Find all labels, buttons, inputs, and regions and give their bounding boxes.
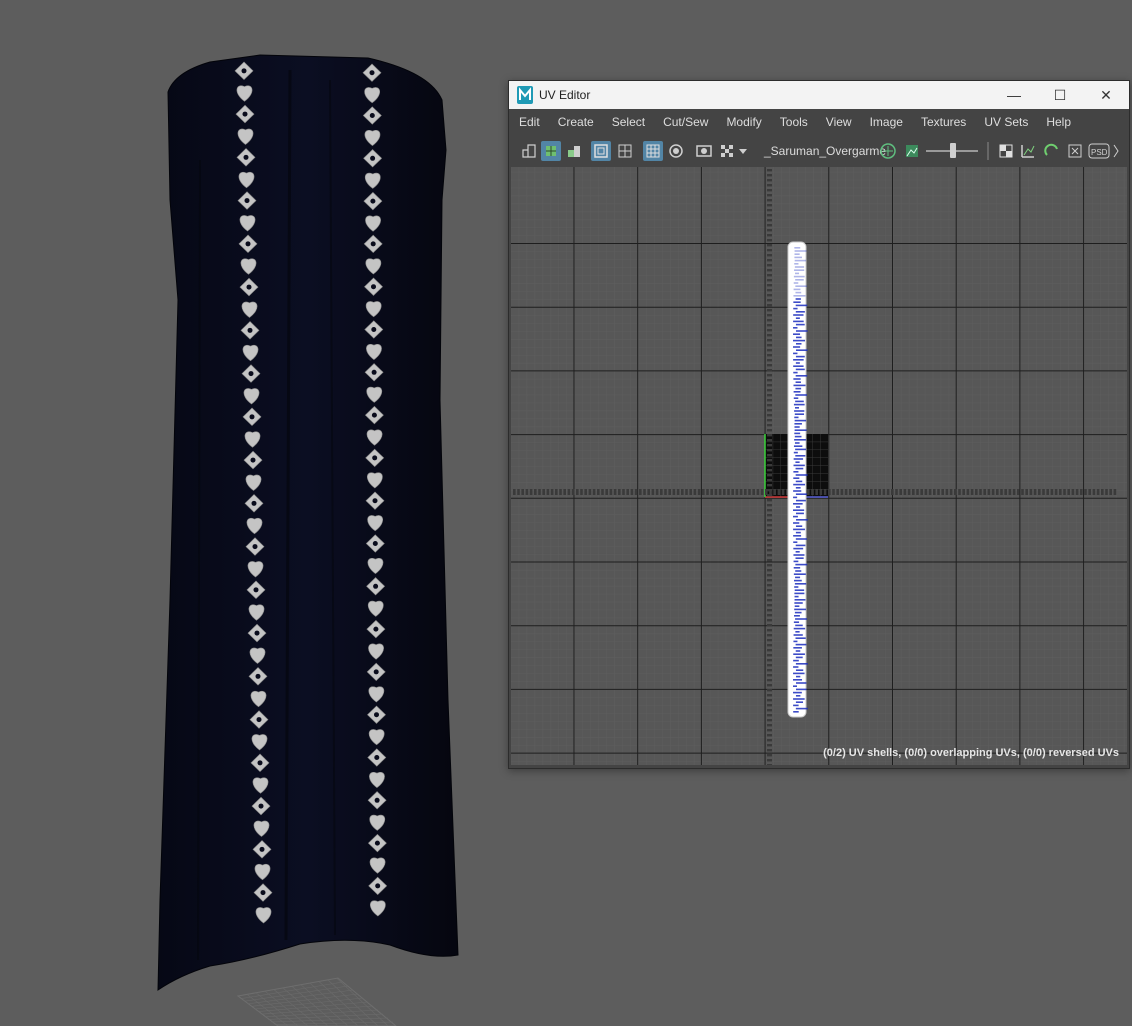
trim-motif-center — [374, 755, 380, 760]
grid-icon[interactable] — [615, 141, 635, 161]
close-icon: ✕ — [1100, 86, 1112, 103]
menu-view[interactable]: View — [816, 110, 860, 134]
trim-motif-center — [373, 626, 379, 632]
trim-motif-center — [253, 587, 259, 593]
menu-uv-sets[interactable]: UV Sets — [974, 110, 1036, 134]
trim-motif-center — [374, 797, 380, 803]
uv-editor-window[interactable]: UV Editor — ☐ ✕ Edit Create Select Cut/S… — [508, 80, 1130, 769]
image-display-icon[interactable] — [902, 141, 922, 161]
trim-motif-center — [248, 371, 254, 377]
maximize-icon: ☐ — [1053, 86, 1067, 103]
uv-distortion-icon[interactable] — [878, 141, 898, 161]
trim-motif-center — [371, 369, 377, 375]
trim-motif-center — [373, 583, 379, 589]
trim-motif-center — [246, 284, 252, 290]
uv-shell-icon[interactable] — [519, 141, 539, 161]
isolate-icon[interactable] — [564, 141, 584, 161]
trim-motif-center — [257, 760, 263, 766]
trim-motif-center — [375, 883, 381, 889]
texture-border-icon[interactable] — [591, 141, 611, 161]
trim-motif-center — [256, 717, 262, 723]
psd-icon[interactable]: PSD — [1088, 141, 1112, 161]
trim-motif-center — [254, 630, 260, 636]
trim-motif-center — [247, 327, 253, 333]
menu-select[interactable]: Select — [602, 110, 653, 134]
filter-icon[interactable] — [643, 141, 663, 161]
texel-density-icon[interactable] — [1018, 141, 1038, 161]
menu-create[interactable]: Create — [548, 110, 602, 134]
uv-status-text: (0/2) UV shells, (0/0) overlapping UVs, … — [823, 747, 1119, 759]
menu-help[interactable]: Help — [1036, 110, 1079, 134]
trim-motif-center — [244, 198, 250, 204]
menu-image[interactable]: Image — [860, 110, 911, 134]
trim-motif-center — [243, 154, 249, 160]
snap-icon[interactable] — [1042, 141, 1062, 161]
trim-motif-center — [369, 113, 375, 118]
trim-motif-center — [372, 455, 378, 461]
checker-map-icon[interactable] — [996, 141, 1016, 161]
trim-motif-center — [250, 457, 256, 463]
shaded-icon[interactable] — [666, 141, 686, 161]
uv-toolbar: _Saruman_Overgarme PSD — [509, 137, 1129, 165]
trim-motif-center — [259, 846, 265, 852]
trim-motif-center — [370, 198, 376, 204]
trim-motif-center — [252, 544, 258, 550]
trim-motif-center — [242, 111, 248, 117]
svg-text:PSD: PSD — [1091, 148, 1108, 157]
title-bar[interactable]: UV Editor — ☐ ✕ — [509, 81, 1129, 109]
trim-motif-center — [374, 712, 379, 718]
separator-icon — [985, 141, 991, 161]
trim-motif-center — [258, 803, 264, 809]
viewport-ground-grid — [236, 977, 397, 1026]
trim-motif-center — [373, 669, 379, 675]
toolbar-overflow-icon[interactable] — [1112, 141, 1120, 161]
cloak-body — [157, 54, 459, 991]
trim-motif-center — [245, 241, 251, 247]
uv-canvas[interactable]: (0/2) UV shells, (0/0) overlapping UVs, … — [511, 167, 1127, 765]
trim-motif-center — [369, 70, 375, 76]
uv-set-name[interactable]: _Saruman_Overgarme — [764, 144, 886, 158]
image-icon[interactable] — [694, 141, 714, 161]
trim-motif-center — [251, 500, 257, 506]
trim-motif-center — [370, 241, 376, 247]
minimize-icon: — — [1007, 87, 1021, 103]
trim-motif-center — [241, 68, 247, 74]
menu-bar: Edit Create Select Cut/Sew Modify Tools … — [509, 110, 1129, 134]
maximize-button[interactable]: ☐ — [1037, 81, 1083, 109]
dropdown-arrow-icon[interactable] — [737, 141, 749, 161]
layout-icon[interactable] — [1065, 141, 1085, 161]
trim-motif-center — [371, 412, 377, 418]
menu-tools[interactable]: Tools — [770, 110, 816, 134]
trim-motif-center — [371, 284, 376, 290]
checker-icon[interactable] — [717, 141, 737, 161]
minimize-button[interactable]: — — [991, 81, 1037, 109]
trim-motif-center — [372, 498, 378, 504]
uv-shell — [787, 241, 808, 718]
uv-select-icon[interactable] — [541, 141, 561, 161]
trim-motif-center — [249, 414, 255, 420]
close-button[interactable]: ✕ — [1083, 81, 1129, 109]
trim-motif-center — [372, 541, 378, 546]
trim-motif-center — [255, 673, 261, 679]
maya-app-icon — [517, 86, 533, 104]
menu-edit[interactable]: Edit — [509, 110, 548, 134]
trim-motif-center — [370, 155, 376, 161]
window-title: UV Editor — [539, 88, 591, 102]
menu-cut-sew[interactable]: Cut/Sew — [653, 110, 716, 134]
trim-motif-center — [260, 890, 266, 896]
uv-grid[interactable] — [511, 167, 1127, 765]
menu-modify[interactable]: Modify — [716, 110, 769, 134]
trim-motif-center — [371, 327, 377, 332]
trim-motif-center — [374, 840, 380, 846]
menu-textures[interactable]: Textures — [911, 110, 974, 134]
exposure-slider-handle[interactable] — [950, 143, 956, 158]
